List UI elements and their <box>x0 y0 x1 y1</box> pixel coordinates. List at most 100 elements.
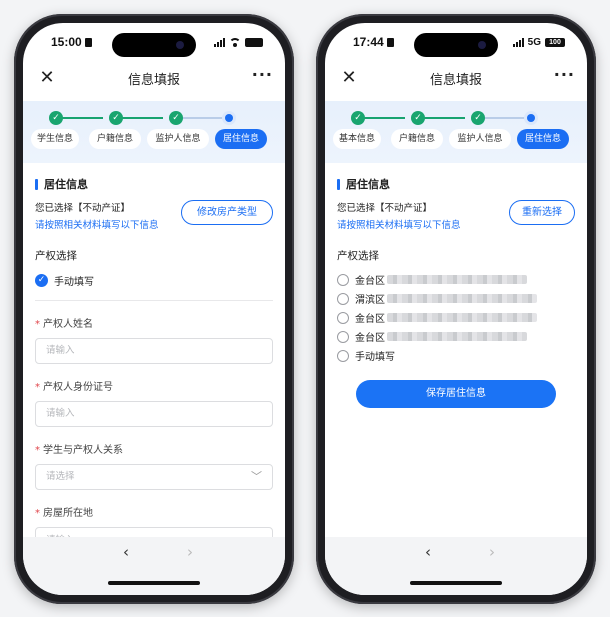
required-mark: * <box>35 382 40 393</box>
owner-name-input[interactable]: 请输入 <box>35 338 273 364</box>
step-residence[interactable]: 居住信息 <box>517 129 569 149</box>
owner-id-label-text: 产权人身份证号 <box>43 382 113 393</box>
section-title-text: 居住信息 <box>346 178 390 191</box>
dynamic-island <box>414 33 498 57</box>
section-title-text: 居住信息 <box>44 178 88 191</box>
nav-bar: ✕ 信息填报 ··· <box>325 63 587 93</box>
step-guardian[interactable]: 监护人信息 <box>449 129 511 149</box>
step-line <box>117 117 163 119</box>
battery-icon: 100 <box>545 37 565 47</box>
status-time-text: 17:44 <box>353 35 384 49</box>
radio-icon <box>337 292 349 305</box>
required-mark: * <box>35 445 40 456</box>
property-option-label: 渭滨区 <box>355 295 385 306</box>
camera-icon <box>478 41 486 49</box>
property-choice-heading: 产权选择 <box>337 250 379 262</box>
property-choice-heading: 产权选择 <box>35 250 77 262</box>
network-type: 5G <box>527 36 541 48</box>
reselect-button[interactable]: 重新选择 <box>509 200 575 225</box>
property-option[interactable]: 渭滨区 <box>337 292 575 306</box>
required-mark: * <box>35 508 40 519</box>
signal-icon <box>512 37 524 47</box>
forward-arrow-icon[interactable]: › <box>187 543 193 561</box>
section-title-bar <box>35 178 38 190</box>
radio-icon <box>337 311 349 324</box>
chevron-down-icon: ﹀ <box>251 470 262 483</box>
redacted-address <box>387 294 537 303</box>
phone-right: 17:44 5G 100 ✕ 信息填报 ··· ✓ ✓ ✓ 基本信息 户籍信息 … <box>316 14 596 604</box>
step-current-icon <box>524 111 538 125</box>
signal-icon <box>214 37 225 47</box>
step-household[interactable]: 户籍信息 <box>89 129 141 149</box>
relation-label: * 学生与产权人关系 <box>35 441 273 456</box>
step-household[interactable]: 户籍信息 <box>391 129 443 149</box>
manual-fill-option[interactable]: ✓ 手动填写 <box>35 273 273 288</box>
close-icon[interactable]: ✕ <box>339 67 359 88</box>
dynamic-island <box>112 33 196 57</box>
battery-icon <box>245 37 263 47</box>
required-mark: * <box>35 319 40 330</box>
phone-left: 15:00 ✕ 信息填报 ··· ✓ ✓ ✓ 学生信息 户籍信息 监护人信息 居… <box>14 14 294 604</box>
step-done-check-icon: ✓ <box>471 111 485 125</box>
status-time: 17:44 <box>353 35 394 49</box>
id-badge-icon <box>386 37 394 47</box>
owner-id-label: * 产权人身份证号 <box>35 378 273 393</box>
owner-name-label-text: 产权人姓名 <box>43 319 93 330</box>
property-options: 金台区 渭滨区 金台区 金台区 手动填写 <box>337 273 575 363</box>
wifi-icon <box>229 37 241 47</box>
close-icon[interactable]: ✕ <box>37 67 57 88</box>
step-line <box>419 117 465 119</box>
screen-right: 17:44 5G 100 ✕ 信息填报 ··· ✓ ✓ ✓ 基本信息 户籍信息 … <box>325 23 587 595</box>
redacted-address <box>387 275 527 284</box>
manual-fill-label: 手动填写 <box>355 352 395 363</box>
step-line <box>479 117 527 119</box>
step-basic[interactable]: 基本信息 <box>333 129 381 149</box>
more-icon[interactable]: ··· <box>554 65 575 84</box>
step-line <box>359 117 405 119</box>
owner-id-input[interactable]: 请输入 <box>35 401 273 427</box>
step-residence[interactable]: 居住信息 <box>215 129 267 149</box>
checked-icon: ✓ <box>35 274 48 287</box>
step-done-check-icon: ✓ <box>49 111 63 125</box>
home-indicator <box>108 581 200 585</box>
nav-bar: ✕ 信息填报 ··· <box>23 63 285 93</box>
more-icon[interactable]: ··· <box>252 65 273 84</box>
relation-select[interactable]: 请选择 ﹀ <box>35 464 273 490</box>
step-done-check-icon: ✓ <box>109 111 123 125</box>
property-option[interactable]: 金台区 <box>337 311 575 325</box>
manual-fill-label: 手动填写 <box>54 277 94 288</box>
stepper: ✓ ✓ ✓ 基本信息 户籍信息 监护人信息 居住信息 <box>325 101 587 163</box>
back-arrow-icon[interactable]: ‹ <box>123 543 129 561</box>
property-option[interactable]: 金台区 <box>337 273 575 287</box>
browser-toolbar: ‹ › <box>23 537 285 595</box>
step-done-check-icon: ✓ <box>351 111 365 125</box>
divider <box>35 300 273 301</box>
step-line <box>57 117 103 119</box>
step-done-check-icon: ✓ <box>411 111 425 125</box>
back-arrow-icon[interactable]: ‹ <box>425 543 431 561</box>
owner-name-label: * 产权人姓名 <box>35 315 273 330</box>
manual-fill-option[interactable]: 手动填写 <box>337 349 575 363</box>
radio-icon <box>337 330 349 343</box>
forward-arrow-icon[interactable]: › <box>489 543 495 561</box>
camera-icon <box>176 41 184 49</box>
property-option[interactable]: 金台区 <box>337 330 575 344</box>
change-property-type-button[interactable]: 修改房产类型 <box>181 200 273 225</box>
property-option-label: 金台区 <box>355 276 385 287</box>
selected-type-row: 您已选择【不动产证】 请按照相关材料填写以下信息 修改房产类型 <box>35 200 273 231</box>
house-location-label: * 房屋所在地 <box>35 504 273 519</box>
house-location-input[interactable]: 请输入 <box>35 527 273 537</box>
redacted-address <box>387 313 537 322</box>
step-done-check-icon: ✓ <box>169 111 183 125</box>
selected-type-row: 您已选择【不动产证】 请按照相关材料填写以下信息 重新选择 <box>337 200 575 231</box>
page-title: 信息填报 <box>127 72 180 88</box>
step-guardian[interactable]: 监护人信息 <box>147 129 209 149</box>
id-badge-icon <box>84 37 92 47</box>
save-residence-button[interactable]: 保存居住信息 <box>356 380 556 408</box>
status-time-text: 15:00 <box>51 35 82 49</box>
step-line <box>177 117 225 119</box>
status-icons <box>214 37 263 47</box>
step-student[interactable]: 学生信息 <box>31 129 79 149</box>
section-title: 居住信息 <box>35 176 273 192</box>
step-current-icon <box>222 111 236 125</box>
